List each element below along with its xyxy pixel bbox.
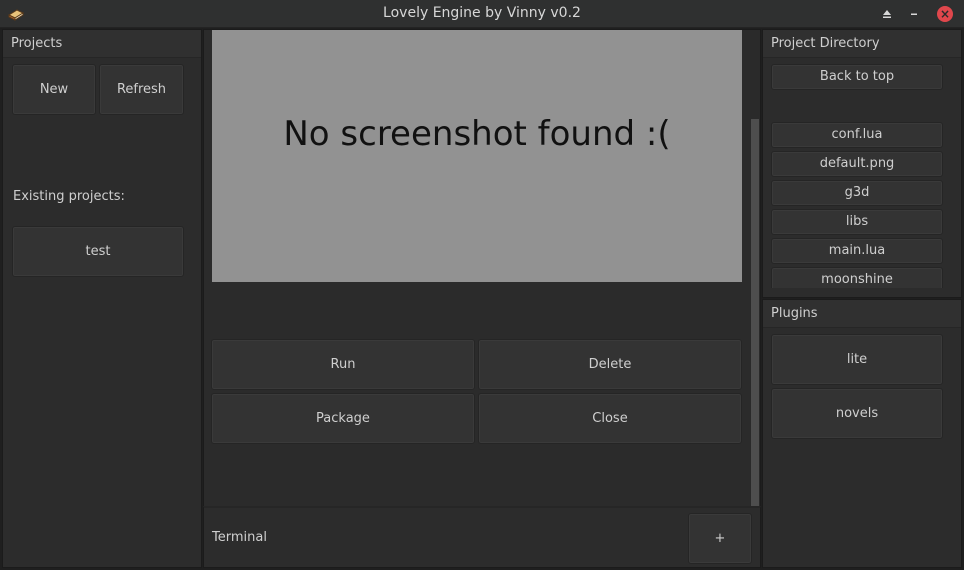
package-button-label: Package bbox=[316, 411, 370, 426]
center-scrollbar-thumb[interactable] bbox=[751, 119, 759, 506]
title-bar: Lovely Engine by Vinny v0.2 × bbox=[0, 0, 964, 28]
file-item[interactable]: main.lua bbox=[771, 238, 943, 264]
file-list: conf.lua default.png g3d libs main.lua m… bbox=[763, 120, 961, 288]
refresh-button[interactable]: Refresh bbox=[99, 64, 184, 115]
plugins-panel: Plugins lite novels bbox=[762, 299, 962, 568]
package-button[interactable]: Package bbox=[211, 393, 475, 444]
terminal-add-button[interactable]: + bbox=[688, 513, 752, 564]
minimize-button[interactable] bbox=[904, 4, 924, 24]
delete-button-label: Delete bbox=[588, 357, 632, 372]
file-item-label: g3d bbox=[844, 185, 870, 200]
no-screenshot-message: No screenshot found :( bbox=[283, 114, 671, 154]
close-button-label: Close bbox=[592, 411, 628, 426]
file-item[interactable]: conf.lua bbox=[771, 122, 943, 148]
file-item-label: main.lua bbox=[828, 243, 886, 258]
close-window-button[interactable]: × bbox=[935, 4, 955, 24]
eject-icon bbox=[883, 10, 891, 18]
plugin-item-lite[interactable]: lite bbox=[771, 334, 943, 385]
file-item[interactable]: libs bbox=[771, 209, 943, 235]
file-item-label: conf.lua bbox=[831, 127, 883, 142]
project-directory-panel: Project Directory Back to top conf.lua d… bbox=[762, 29, 962, 298]
close-icon: × bbox=[937, 6, 953, 22]
plugin-item-label: lite bbox=[846, 352, 868, 367]
plugin-item-label: novels bbox=[835, 406, 879, 421]
file-item-label: libs bbox=[845, 214, 869, 229]
file-item-label: default.png bbox=[819, 156, 895, 171]
file-item-label: moonshine bbox=[821, 272, 893, 287]
run-button[interactable]: Run bbox=[211, 339, 475, 390]
close-project-button[interactable]: Close bbox=[478, 393, 742, 444]
projects-panel: Projects New Refresh Existing projects: … bbox=[2, 29, 202, 568]
run-button-label: Run bbox=[330, 357, 356, 372]
file-item[interactable]: default.png bbox=[771, 151, 943, 177]
file-item[interactable]: g3d bbox=[771, 180, 943, 206]
plugin-item-novels[interactable]: novels bbox=[771, 388, 943, 439]
refresh-button-label: Refresh bbox=[116, 82, 167, 97]
plugins-header: Plugins bbox=[763, 300, 961, 328]
terminal-label: Terminal bbox=[212, 530, 267, 545]
terminal-add-label: + bbox=[714, 531, 726, 546]
project-item-label: test bbox=[85, 244, 111, 259]
project-item-test[interactable]: test bbox=[12, 226, 184, 277]
screenshot-preview: No screenshot found :( bbox=[212, 30, 742, 282]
file-item[interactable]: moonshine bbox=[771, 267, 943, 288]
window-title: Lovely Engine by Vinny v0.2 bbox=[383, 5, 581, 21]
back-to-top-button[interactable]: Back to top bbox=[771, 64, 943, 90]
terminal-bar: Terminal + bbox=[203, 506, 761, 568]
new-project-button[interactable]: New bbox=[12, 64, 96, 115]
projects-header: Projects bbox=[3, 30, 201, 58]
new-button-label: New bbox=[39, 82, 69, 97]
delete-button[interactable]: Delete bbox=[478, 339, 742, 390]
project-directory-header: Project Directory bbox=[763, 30, 961, 58]
existing-projects-label: Existing projects: bbox=[13, 189, 125, 204]
minimize-icon bbox=[911, 13, 917, 15]
center-scrollbar[interactable] bbox=[750, 30, 760, 506]
maximize-button[interactable] bbox=[877, 4, 897, 24]
back-to-top-label: Back to top bbox=[819, 69, 895, 84]
